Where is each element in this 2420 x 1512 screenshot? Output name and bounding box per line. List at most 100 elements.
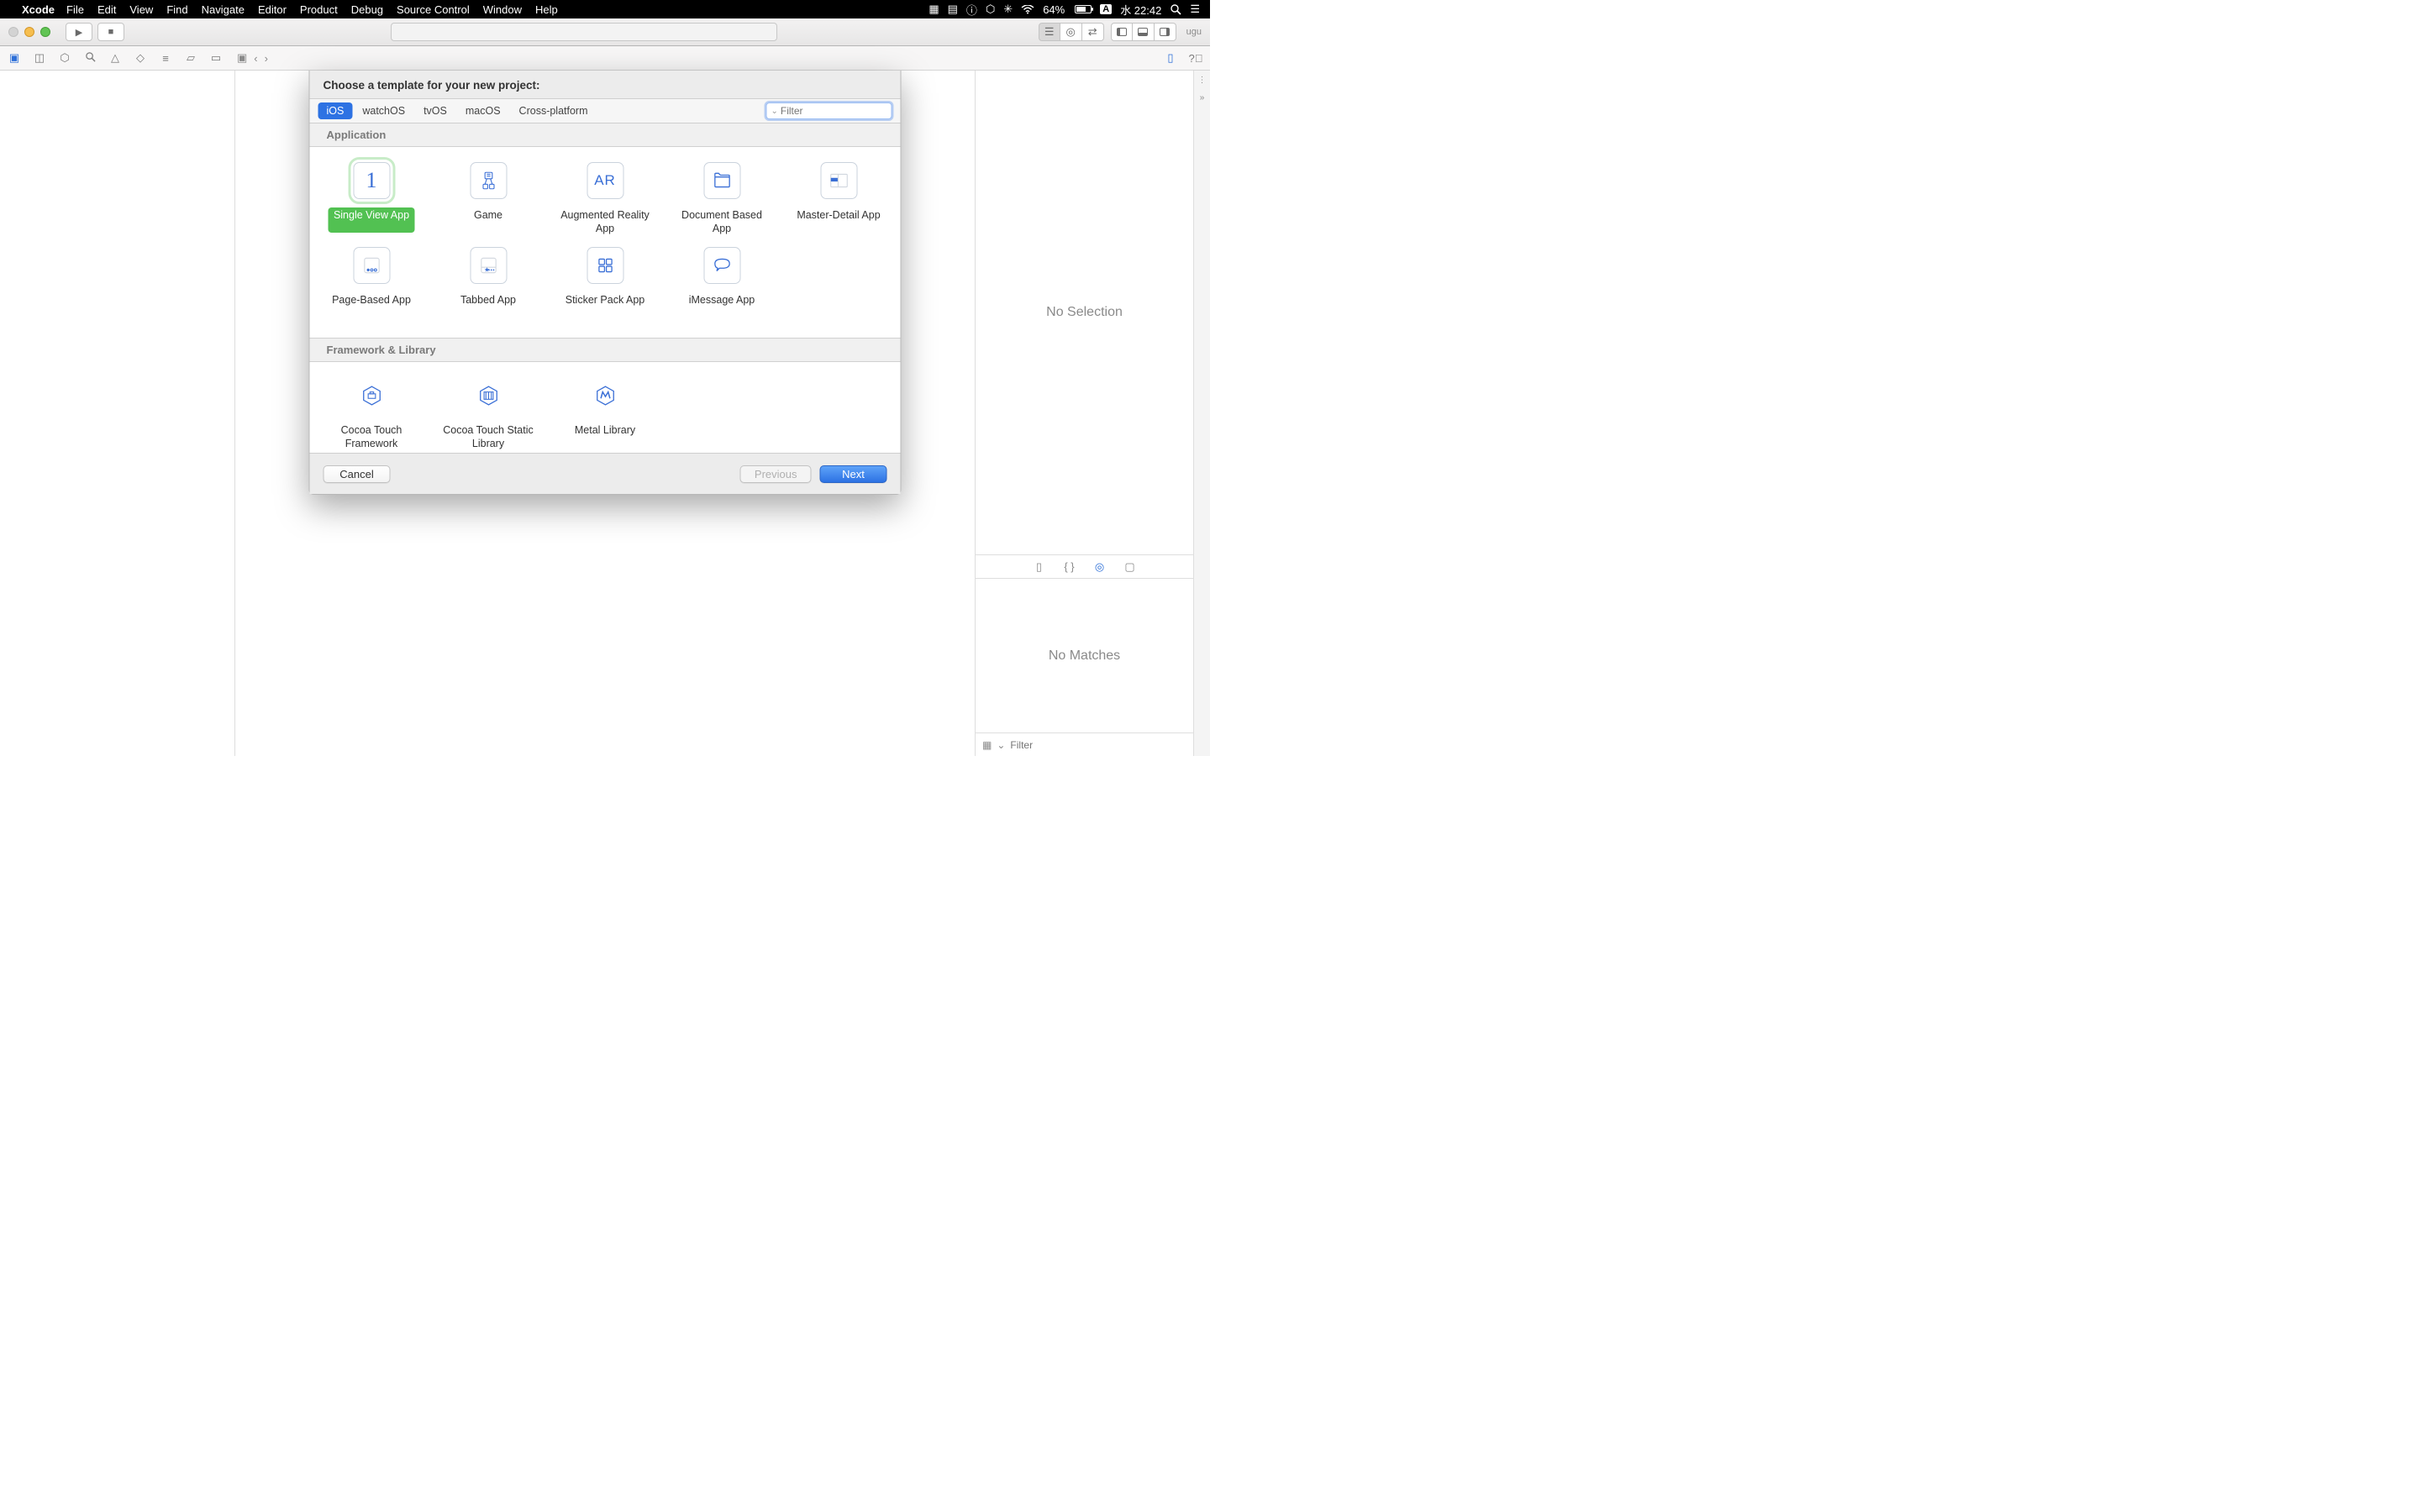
template-cocoa-touch-framework[interactable]: Cocoa Touch Framework [313, 372, 430, 454]
run-button[interactable]: ▶ [66, 23, 92, 41]
find-navigator-icon[interactable] [82, 51, 97, 65]
template-filter-field[interactable]: ⌄ [766, 102, 892, 119]
battery-percent[interactable]: 64% [1043, 3, 1065, 16]
gutter-chevron-icon[interactable]: » [1200, 93, 1205, 102]
library-filter-scope-icon[interactable]: ⌄ [997, 739, 1005, 751]
tile-label: Game [469, 207, 508, 233]
template-tabbed-app[interactable]: ★ Tabbed App [430, 242, 547, 323]
toggle-inspector-icon[interactable] [1155, 23, 1176, 41]
platform-tab-macos[interactable]: macOS [457, 102, 509, 119]
menu-debug[interactable]: Debug [351, 3, 383, 16]
menu-find[interactable]: Find [166, 3, 187, 16]
breakpoint-navigator-icon[interactable]: ▱ [183, 51, 198, 65]
object-library-icon[interactable]: ◎ [1092, 560, 1107, 574]
library-filter-input[interactable] [1010, 739, 1186, 751]
cancel-button[interactable]: Cancel [324, 465, 391, 483]
jump-bar-back-icon[interactable]: ‹ [254, 52, 257, 65]
project-navigator-icon[interactable]: ▣ [7, 51, 22, 65]
menu-file[interactable]: File [66, 3, 84, 16]
menu-editor[interactable]: Editor [258, 3, 287, 16]
platform-tab-tvos[interactable]: tvOS [415, 102, 455, 119]
toggle-navigator-icon[interactable] [1111, 23, 1133, 41]
page-based-icon [353, 247, 390, 284]
menu-view[interactable]: View [129, 3, 153, 16]
platform-tab-ios[interactable]: iOS [318, 102, 353, 119]
ime-indicator[interactable]: A [1100, 4, 1112, 14]
framework-hex-icon [353, 377, 390, 414]
workspace: Choose a template for your new project: … [0, 71, 1210, 756]
template-cocoa-touch-static-library[interactable]: Cocoa Touch Static Library [430, 372, 547, 454]
dock-icon[interactable]: ▦ [929, 3, 939, 16]
application-grid: 1 Single View App Game AR Augmented Real… [310, 147, 901, 338]
version-editor-icon[interactable]: ⇄ [1082, 23, 1104, 41]
library-view-grid-icon[interactable]: ▦ [982, 739, 992, 751]
template-metal-library[interactable]: Metal Library [547, 372, 664, 454]
code-snippet-library-icon[interactable]: { } [1062, 560, 1077, 573]
template-sticker-pack-app[interactable]: Sticker Pack App [547, 242, 664, 323]
standard-editor-icon[interactable]: ☰ [1039, 23, 1060, 41]
debug-navigator-icon[interactable]: ≡ [158, 52, 173, 65]
battery-icon[interactable] [1073, 5, 1092, 13]
next-button[interactable]: Next [820, 465, 887, 483]
info-icon[interactable]: ⓘ [966, 2, 977, 18]
menu-bar: Xcode File Edit View Find Navigate Edito… [0, 0, 1210, 18]
template-document-app[interactable]: Document Based App [664, 157, 781, 242]
menu-window[interactable]: Window [483, 3, 522, 16]
filter-scope-icon[interactable]: ⌄ [771, 107, 778, 116]
app-name[interactable]: Xcode [22, 3, 55, 16]
menu-edit[interactable]: Edit [97, 3, 116, 16]
test-navigator-icon[interactable]: ◇ [133, 51, 148, 65]
template-list: Application 1 Single View App Game AR Au… [310, 123, 901, 454]
status-icons: ▦ ▤ ⓘ ⬡ ✳ 64% A 水 22:42 ☰ [929, 2, 1200, 18]
template-ar-app[interactable]: AR Augmented Reality App [547, 157, 664, 242]
close-window-button[interactable] [8, 27, 18, 37]
menu-source-control[interactable]: Source Control [397, 3, 470, 16]
window-toolbar: ▶ ■ ☰ ◎ ⇄ ugu [0, 18, 1210, 46]
media-library-icon[interactable]: ▢ [1123, 560, 1138, 574]
template-master-detail-app[interactable]: Master-Detail App [781, 157, 897, 242]
editor-mode-segmented[interactable]: ☰ ◎ ⇄ [1039, 23, 1104, 41]
report-navigator-icon[interactable]: ▭ [208, 51, 224, 65]
section-application: Application [310, 123, 901, 147]
sheet-title: Choose a template for your new project: [310, 71, 901, 98]
quick-help-icon[interactable]: ?⃝ [1188, 52, 1203, 65]
clock[interactable]: 水 22:42 [1120, 2, 1161, 18]
menu-product[interactable]: Product [300, 3, 338, 16]
wifi-icon[interactable] [1021, 5, 1034, 14]
symbol-navigator-icon[interactable]: ⬡ [57, 51, 72, 65]
stop-button[interactable]: ■ [97, 23, 124, 41]
previous-button[interactable]: Previous [740, 465, 812, 483]
jump-bar-related-icon[interactable]: ▣ [237, 51, 247, 65]
dropbox-icon[interactable]: ⬡ [986, 3, 995, 16]
template-single-view-app[interactable]: 1 Single View App [313, 157, 430, 242]
file-inspector-icon[interactable]: ▯ [1163, 51, 1178, 65]
file-template-library-icon[interactable]: ▯ [1032, 560, 1047, 574]
zoom-window-button[interactable] [40, 27, 50, 37]
menu-help[interactable]: Help [535, 3, 558, 16]
menu-navigate[interactable]: Navigate [202, 3, 245, 16]
template-imessage-app[interactable]: iMessage App [664, 242, 781, 323]
source-control-navigator-icon[interactable]: ◫ [32, 51, 47, 65]
toggle-debug-icon[interactable] [1133, 23, 1155, 41]
traffic-lights[interactable] [8, 27, 50, 37]
metal-hex-icon [587, 377, 623, 414]
platform-tab-cross[interactable]: Cross-platform [511, 102, 597, 119]
menu-extras-icon[interactable]: ☰ [1190, 3, 1200, 16]
tile-label: Cocoa Touch Static Library [434, 423, 544, 452]
assistant-editor-icon[interactable]: ◎ [1060, 23, 1082, 41]
template-game[interactable]: Game [430, 157, 547, 242]
master-detail-icon [820, 162, 857, 199]
navigator-tab-bar: ▣ ◫ ⬡ △ ◇ ≡ ▱ ▭ ▣ ‹ › ▯ ?⃝ [0, 46, 1210, 71]
platform-tab-watchos[interactable]: watchOS [354, 102, 413, 119]
clipboard-icon[interactable]: ▤ [948, 3, 958, 16]
bluetooth-icon[interactable]: ✳ [1003, 3, 1013, 16]
single-view-app-icon: 1 [353, 162, 390, 199]
jump-bar-forward-icon[interactable]: › [265, 52, 268, 65]
template-filter-input[interactable] [781, 105, 911, 117]
spotlight-icon[interactable] [1170, 3, 1181, 15]
panel-visibility-segmented[interactable] [1111, 23, 1176, 41]
gutter-menu-icon[interactable]: ⋮ [1198, 76, 1207, 85]
issue-navigator-icon[interactable]: △ [108, 51, 123, 65]
template-page-based-app[interactable]: Page-Based App [313, 242, 430, 323]
minimize-window-button[interactable] [24, 27, 34, 37]
